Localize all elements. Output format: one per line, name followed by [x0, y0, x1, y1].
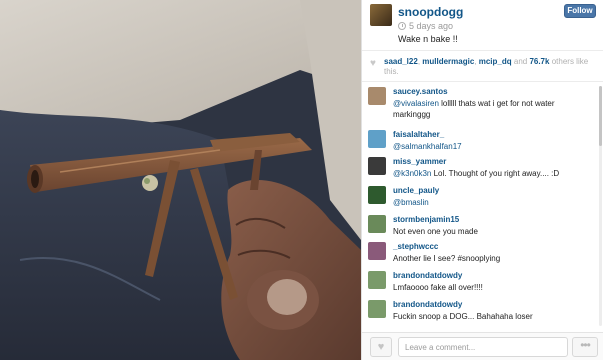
comment-input[interactable] — [398, 337, 568, 357]
comment-text: Not even one you made — [393, 226, 593, 237]
comment-body: Not even one you made — [393, 227, 478, 236]
comment-text: @vivalasiren lolllll thats wat i get for… — [393, 98, 593, 120]
comment-item: saucey.santos @vivalasiren lolllll thats… — [362, 84, 603, 120]
commenter-avatar[interactable] — [368, 242, 386, 260]
comment-text: Fuckin snoop a DOG... Bahahaha loser — [393, 311, 593, 322]
likes-text: saad_l22, mulldermagic, mcip_dq and 76.7… — [384, 57, 589, 76]
comment-text: @k3n0k3n Lol. Thought of you right away.… — [393, 168, 593, 179]
comment-item: brandondatdowdy Fuckin snoop a DOG... Ba… — [362, 297, 603, 331]
follow-button[interactable]: Follow — [564, 4, 596, 18]
comment-body: Lmfaoooo fake all over!!!! — [393, 283, 483, 292]
heart-icon: ♥ — [370, 58, 376, 69]
post-time-text: 5 days ago — [409, 21, 454, 31]
comment-body: Fuckin snoop a DOG... Bahahaha loser — [393, 312, 533, 321]
post-photo[interactable] — [0, 0, 361, 360]
post-caption: Wake n bake !! — [398, 34, 458, 44]
post-header: snoopdogg 5 days ago Wake n bake !! Foll… — [362, 0, 603, 50]
likes-count[interactable]: 76.7k — [529, 57, 549, 66]
comment-body: Lol. Thought of you right away.... :D — [431, 169, 560, 178]
comments-list: saucey.santos @vivalasiren lolllll thats… — [362, 84, 603, 332]
ellipsis-icon: ••• — [580, 338, 591, 352]
commenter-username[interactable]: stormbenjamin15 — [393, 215, 459, 224]
liker-link[interactable]: mcip_dq — [479, 57, 512, 66]
commenter-username[interactable]: saucey.santos — [393, 87, 448, 96]
commenter-username[interactable]: faisalaltaher_ — [393, 130, 444, 139]
comment-mention[interactable]: @k3n0k3n — [393, 169, 431, 178]
commenter-avatar[interactable] — [368, 157, 386, 175]
comments-scrollbar[interactable] — [599, 86, 602, 326]
commenter-avatar[interactable] — [368, 87, 386, 105]
commenter-avatar[interactable] — [368, 130, 386, 148]
comment-mention[interactable]: @bmaslin — [393, 198, 429, 207]
like-button[interactable]: ♥ — [370, 337, 392, 357]
post-sidebar: snoopdogg 5 days ago Wake n bake !! Foll… — [361, 0, 603, 360]
comment-text: Another lie I see? #snooplying — [393, 253, 593, 264]
comment-bar: ♥ ••• — [362, 332, 603, 360]
commenter-avatar[interactable] — [368, 300, 386, 318]
clock-icon — [398, 22, 406, 30]
more-options-button[interactable]: ••• — [572, 337, 598, 357]
scrollbar-thumb[interactable] — [599, 86, 602, 146]
commenter-username[interactable]: uncle_pauly — [393, 186, 439, 195]
comment-body: Another lie I see? #snooplying — [393, 254, 501, 263]
commenter-username[interactable]: miss_yammer — [393, 157, 446, 166]
user-avatar[interactable] — [370, 4, 392, 26]
commenter-username[interactable]: brandondatdowdy — [393, 271, 462, 280]
comment-text: Lmfaoooo fake all over!!!! — [393, 282, 593, 293]
commenter-avatar[interactable] — [368, 215, 386, 233]
liker-link[interactable]: saad_l22 — [384, 57, 418, 66]
likes-summary: ♥ saad_l22, mulldermagic, mcip_dq and 76… — [362, 50, 603, 82]
comment-text: @bmaslin — [393, 197, 593, 208]
comment-text: @salmankhalfan17 — [393, 141, 593, 152]
post-username[interactable]: snoopdogg — [398, 5, 463, 19]
comment-mention[interactable]: @salmankhalfan17 — [393, 142, 462, 151]
comment-mention[interactable]: @vivalasiren — [393, 99, 439, 108]
commenter-avatar[interactable] — [368, 271, 386, 289]
post-timestamp: 5 days ago — [398, 21, 453, 31]
liker-link[interactable]: mulldermagic — [422, 57, 474, 66]
commenter-username[interactable]: _stephwccc — [393, 242, 438, 251]
commenter-username[interactable]: brandondatdowdy — [393, 300, 462, 309]
commenter-avatar[interactable] — [368, 186, 386, 204]
heart-icon: ♥ — [377, 341, 385, 353]
